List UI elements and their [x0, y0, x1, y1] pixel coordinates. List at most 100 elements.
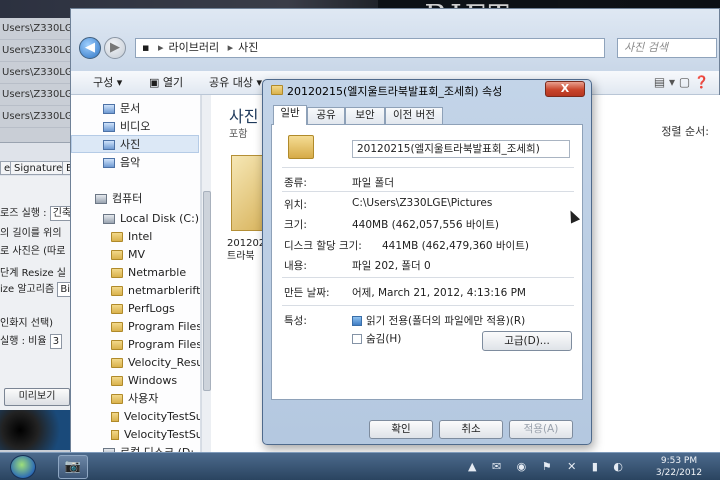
address-bar[interactable]: ▪ ▸ 라이브러리 ▸ 사진 — [135, 38, 605, 58]
sidebar-item-folder[interactable]: Velocity_Results — [111, 355, 200, 371]
background-image-area — [0, 410, 78, 450]
organize-button[interactable]: 구성 ▾ — [93, 75, 122, 91]
open-icon: ▣ — [149, 76, 163, 89]
tab-general[interactable]: 일반 — [273, 105, 307, 125]
library-icon — [103, 104, 115, 114]
general-tab-panel: 20120215(엘지울트라북발표회_조세희) 종류: 파일 폴더 위치: C:… — [271, 124, 583, 400]
search-input[interactable]: 사진 검색 — [617, 38, 717, 58]
view-options-icon[interactable]: ▤ ▾ ▢ ❓ — [654, 75, 709, 89]
folder-name-field[interactable]: 20120215(엘지울트라북발표회_조세희) — [352, 140, 570, 158]
library-icon: ▪ — [142, 41, 150, 54]
setting-field[interactable]: 3 — [49, 334, 63, 349]
sidebar-item-folder[interactable]: Netmarble — [111, 265, 186, 281]
size-label: 크기: — [284, 219, 307, 231]
drive-icon — [103, 214, 115, 224]
preview-button[interactable]: 미리보기 — [4, 388, 70, 406]
breadcrumb-pictures[interactable]: 사진 — [238, 41, 258, 54]
path-item[interactable]: Users\Z330LGE\Pictu — [0, 62, 78, 84]
hidden-checkbox[interactable]: 숨김(H) — [352, 331, 401, 346]
background-tab-signature[interactable]: Signature — [10, 161, 67, 175]
location-value: C:\Users\Z330LGE\Pictures — [352, 197, 493, 209]
sidebar-item-pictures[interactable]: 사진 — [103, 137, 140, 153]
setting-row: 단계 Resize 실 — [0, 268, 66, 279]
divider — [282, 277, 574, 278]
contents-label: 내용: — [284, 260, 307, 272]
attributes-label: 특성: — [284, 315, 307, 327]
sidebar-item-folder[interactable]: Program Files — [111, 319, 200, 335]
path-item[interactable]: Users\Z330LGE\Pic — [0, 18, 78, 40]
camera-app-button[interactable]: 📷 — [58, 455, 88, 479]
start-button[interactable] — [10, 455, 36, 479]
lock-folder-icon — [111, 412, 119, 422]
forward-button[interactable]: ▶ — [104, 37, 126, 59]
explorer-title-bar: ◀ ▶ ▪ ▸ 라이브러리 ▸ 사진 사진 검색 — [71, 9, 719, 71]
share-button[interactable]: 공유 대상 ▾ — [209, 75, 262, 91]
type-value: 파일 폴더 — [352, 177, 394, 189]
setting-row: ize 알고리즘 Bio — [0, 280, 80, 297]
close-button[interactable]: X — [545, 81, 585, 97]
open-button[interactable]: ▣ 열기 — [149, 75, 183, 91]
sidebar-scrollbar[interactable] — [201, 95, 211, 457]
background-settings-panel: 로즈 실행 : 긴축 의 길이를 위의 로 사진은 (따로 단계 Resize … — [0, 176, 80, 416]
readonly-checkbox[interactable]: 읽기 전용(폴더의 파일에만 적용)(R) — [352, 313, 525, 328]
library-subtitle: 포함 — [229, 129, 248, 140]
disk-size-value: 441MB (462,479,360 바이트) — [382, 240, 529, 252]
library-icon — [103, 140, 115, 150]
path-item[interactable]: Users\Z330LGE\Pictu — [0, 84, 78, 106]
back-button[interactable]: ◀ — [79, 37, 101, 59]
folder-icon — [111, 322, 123, 332]
computer-icon — [95, 194, 107, 204]
sidebar-item-folder[interactable]: VelocityTestSuit — [111, 409, 200, 425]
sidebar-item-folder[interactable]: Windows — [111, 373, 177, 389]
breadcrumb-libraries[interactable]: 라이브러리 — [169, 41, 220, 54]
setting-row: 로즈 실행 : 긴축 — [0, 204, 75, 221]
advanced-button[interactable]: 고급(D)... — [482, 331, 572, 351]
library-icon — [103, 158, 115, 168]
sidebar-item-folder[interactable]: MV — [111, 247, 145, 263]
folder-icon — [111, 340, 123, 350]
library-icon — [103, 122, 115, 132]
sidebar-item-documents[interactable]: 문서 — [103, 101, 140, 117]
divider — [282, 191, 574, 192]
path-item[interactable]: Users\Z330LGE\Pictu — [0, 106, 78, 128]
folder-icon — [111, 250, 123, 260]
system-tray-icons[interactable]: ▲ ✉ ◉ ⚑ ✕ ▮ ◐ — [468, 460, 629, 473]
setting-row: 실행 : 비율 3 — [0, 332, 63, 349]
sidebar-item-folder[interactable]: Intel — [111, 229, 152, 245]
lock-folder-icon — [111, 430, 119, 440]
type-label: 종류: — [284, 177, 307, 189]
sidebar-item-videos[interactable]: 비디오 — [103, 119, 150, 135]
divider — [282, 305, 574, 306]
background-tab-strip: e Signature Ef — [0, 142, 80, 176]
sidebar-item-local-disk-c[interactable]: Local Disk (C:) — [103, 211, 199, 227]
size-value: 440MB (462,057,556 바이트) — [352, 219, 499, 231]
sidebar-item-music[interactable]: 음악 — [103, 155, 140, 171]
tab-security[interactable]: 보안 — [345, 107, 385, 124]
folder-icon — [111, 268, 123, 278]
folder-icon — [111, 394, 123, 404]
dialog-title: 20120215(엘지울트라북발표회_조세희) 속성 — [287, 85, 503, 98]
setting-row: 인화지 선택) — [0, 318, 54, 329]
tab-sharing[interactable]: 공유 — [307, 107, 345, 124]
checkbox-icon — [352, 334, 362, 344]
folder-icon — [111, 286, 123, 296]
clock[interactable]: 9:53 PM 3/22/2012 — [646, 455, 712, 479]
sidebar-item-folder[interactable]: VelocityTestSuit — [111, 427, 200, 443]
sidebar-item-folder[interactable]: 사용자 — [111, 391, 158, 407]
divider — [282, 167, 574, 168]
cancel-button[interactable]: 취소 — [439, 420, 503, 439]
apply-button[interactable]: 적용(A) — [509, 420, 573, 439]
sort-by-label[interactable]: 정렬 순서: — [661, 123, 709, 139]
scrollbar-thumb[interactable] — [203, 191, 211, 391]
path-item[interactable]: Users\Z330LGE\Pictu — [0, 40, 78, 62]
sidebar-item-folder[interactable]: netmarblerift — [111, 283, 200, 299]
sidebar-item-folder[interactable]: Program Files (x — [111, 337, 200, 353]
setting-row: 의 길이를 위의 — [0, 228, 62, 239]
library-title: 사진 — [229, 107, 259, 126]
created-label: 만든 날짜: — [284, 287, 330, 299]
tab-previous-versions[interactable]: 이전 버전 — [385, 107, 443, 124]
properties-dialog: 20120215(엘지울트라북발표회_조세희) 속성 X 일반 공유 보안 이전… — [262, 79, 592, 445]
sidebar-item-computer[interactable]: 컴퓨터 — [95, 191, 142, 207]
ok-button[interactable]: 확인 — [369, 420, 433, 439]
sidebar-item-folder[interactable]: PerfLogs — [111, 301, 175, 317]
